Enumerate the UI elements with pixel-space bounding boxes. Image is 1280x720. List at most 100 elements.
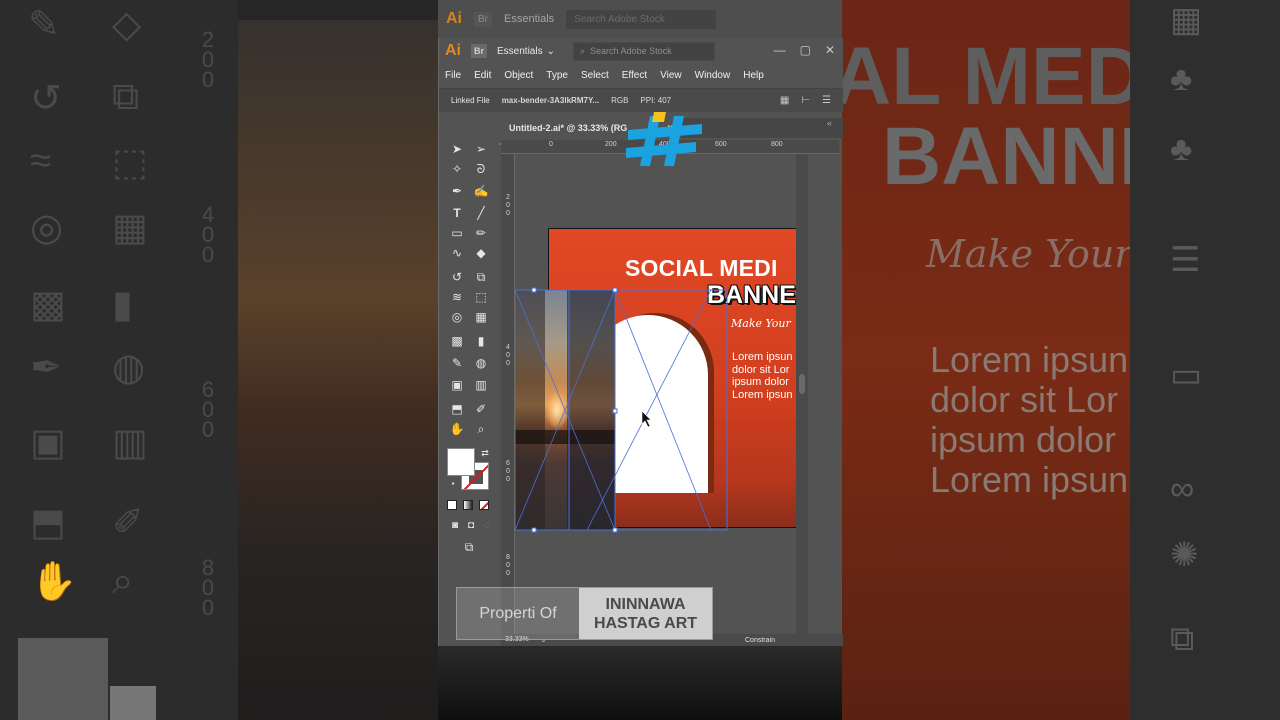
selection-handle[interactable] — [612, 287, 618, 293]
ruler-echo-200: 200 — [201, 27, 215, 92]
pen-tool-icon[interactable]: ✒ — [447, 182, 467, 200]
search-icon: ⌕ — [579, 45, 586, 56]
shape-builder-tool-icon[interactable]: ◎ — [447, 308, 467, 326]
grid-icon: ▦ — [1170, 1, 1203, 39]
column-graph-tool-icon[interactable]: ▥ — [471, 376, 491, 394]
direct-selection-tool-icon[interactable]: ➢ — [471, 140, 491, 158]
menu-effect[interactable]: Effect — [622, 70, 647, 81]
paintbrush-tool-icon[interactable]: ✏ — [471, 224, 491, 242]
screen: ✎ ◇ ↺ ⧉ ≈ ⬚ ◎ ▦ ▩ ▮ ✒ ◍ ▣ ▥ ⬒ ✐ ✋ ⌕ 200 … — [0, 0, 1280, 720]
lasso-tool-icon[interactable]: ᘐ — [471, 160, 491, 178]
document-tab-title: Untitled-2.ai* @ 33.33% (RG — [509, 123, 628, 133]
slice-tool-icon[interactable]: ✐ — [471, 400, 491, 418]
line-tool-icon[interactable]: ╱ — [471, 204, 491, 222]
menu-window[interactable]: Window — [695, 70, 731, 81]
minimize-button[interactable]: — — [774, 43, 786, 57]
menu-type[interactable]: Type — [546, 70, 568, 81]
zoom-icon: ⌕ — [112, 560, 134, 602]
perspective-grid-tool-icon[interactable]: ▦ — [471, 308, 491, 326]
screen-mode-icon[interactable]: ⧉ — [459, 538, 479, 556]
scroll-thumb[interactable] — [799, 374, 805, 394]
linked-file-name[interactable]: max-bender-3A3lkRM7Y... — [502, 96, 599, 105]
background-left: ✎ ◇ ↺ ⧉ ≈ ⬚ ◎ ▦ ▩ ▮ ✒ ◍ ▣ ▥ ⬒ ✐ ✋ ⌕ 200 … — [0, 0, 438, 720]
width-tool-icon[interactable]: ≋ — [447, 288, 467, 306]
status-constrain: Constrain — [745, 636, 775, 644]
type-tool-icon[interactable]: T — [447, 204, 467, 222]
mesh-icon: ▩ — [30, 284, 66, 326]
selection-handle[interactable] — [531, 527, 537, 533]
control-bar: Linked File max-bender-3A3lkRM7Y... RGB … — [439, 88, 843, 112]
rectangle-tool-icon[interactable]: ▭ — [447, 224, 467, 242]
zoom-tool-icon[interactable]: ⌕ — [471, 420, 491, 438]
ruler-corner: ▫ — [499, 141, 502, 148]
shaper-tool-icon[interactable]: ∿ — [447, 244, 467, 262]
free-transform-tool-icon[interactable]: ⬚ — [471, 288, 491, 306]
hand-icon: ✋ — [30, 561, 78, 603]
none-mode-button[interactable] — [479, 500, 489, 510]
hastag-art-logo — [626, 112, 702, 166]
canvas[interactable]: SOCIAL MEDI BANNE Make Your Lorem ipsun … — [515, 154, 796, 634]
selection-handle[interactable] — [612, 527, 618, 533]
bridge-button[interactable]: Br — [471, 44, 488, 58]
align-icon[interactable]: ▦ — [780, 95, 789, 106]
mouse-cursor-icon — [641, 410, 652, 428]
ruler-echo-600: 600 — [201, 377, 215, 442]
curvature-tool-icon[interactable]: ✍ — [471, 182, 491, 200]
eyedropper-tool-icon[interactable]: ✎ — [447, 354, 467, 372]
logo-stroke — [626, 142, 696, 158]
ghost-search: Search Adobe Stock — [566, 9, 717, 29]
control-icons: ▦ ⊢ ☰ — [780, 95, 831, 106]
gradient-tool-icon[interactable]: ▮ — [471, 332, 491, 350]
ghost-titlebar: Ai Br Essentials Search Adobe Stock — [438, 0, 842, 38]
clip-diagonal — [586, 289, 712, 531]
background-panel-echo: ▦ ♣ ♣ ☰ ▭ ∞ ✺ ⧉ — [1130, 0, 1280, 720]
blend-tool-icon[interactable]: ◍ — [471, 354, 491, 372]
close-button[interactable]: ✕ — [825, 43, 835, 57]
collapse-panels-icon[interactable]: « — [827, 118, 836, 128]
transform-icon[interactable]: ⊢ — [801, 95, 810, 106]
swap-fill-stroke-icon[interactable]: ⇄ — [475, 444, 495, 462]
logo-stroke — [640, 116, 660, 166]
perspective-icon: ▦ — [112, 207, 148, 249]
menu-select[interactable]: Select — [581, 70, 609, 81]
gradient-mode-button[interactable] — [463, 500, 473, 510]
maximize-button[interactable]: ▢ — [800, 43, 811, 57]
menu-edit[interactable]: Edit — [474, 70, 491, 81]
linked-file-label[interactable]: Linked File — [451, 96, 490, 105]
menu-object[interactable]: Object — [504, 70, 533, 81]
gear-icon: ✺ — [1170, 536, 1199, 574]
ruler-label: 800 — [771, 141, 783, 148]
shape-builder-icon: ◎ — [30, 207, 64, 249]
vertical-scrollbar[interactable] — [796, 154, 808, 634]
mesh-tool-icon[interactable]: ▩ — [447, 332, 467, 350]
color-mode-button[interactable] — [447, 500, 457, 510]
magic-wand-tool-icon[interactable]: ✧ — [447, 160, 467, 178]
scale-icon: ⧉ — [112, 76, 140, 118]
background-toolbar-echo: ✎ ◇ ↺ ⧉ ≈ ⬚ ◎ ▦ ▩ ▮ ✒ ◍ ▣ ▥ ⬒ ✐ ✋ ⌕ 200 … — [0, 0, 238, 720]
hand-tool-icon[interactable]: ✋ — [447, 420, 467, 438]
fill-swatch[interactable] — [447, 448, 475, 476]
default-colors-icon[interactable]: ▪ — [443, 474, 463, 492]
panel-menu-icon[interactable]: ☰ — [822, 95, 831, 106]
club-icon: ♣ — [1170, 130, 1193, 168]
selection-handle[interactable] — [531, 287, 537, 293]
symbol-sprayer-tool-icon[interactable]: ▣ — [447, 376, 467, 394]
eraser-tool-icon[interactable]: ◆ — [471, 244, 491, 262]
stock-search-input[interactable]: ⌕ Search Adobe Stock — [572, 41, 715, 61]
background-photo-echo — [238, 20, 438, 720]
selection-handle[interactable] — [612, 408, 618, 414]
rotate-tool-icon[interactable]: ↺ — [447, 268, 467, 286]
artboard-tool-icon[interactable]: ⬒ — [447, 400, 467, 418]
menu-file[interactable]: File — [445, 70, 461, 81]
menu-view[interactable]: View — [660, 70, 682, 81]
workspace-switcher[interactable]: Essentials ⌄ — [497, 46, 555, 57]
menu-help[interactable]: Help — [743, 70, 764, 81]
selection-tool-icon[interactable]: ➤ — [447, 140, 467, 158]
logo-stroke — [664, 116, 684, 166]
draw-inside-icon[interactable]: ◌ — [477, 516, 497, 534]
stroke-swatch-echo — [110, 686, 156, 720]
watermark-right: ININNAWA HASTAG ART — [579, 588, 712, 639]
scale-tool-icon[interactable]: ⧉ — [471, 268, 491, 286]
window-controls: — ▢ ✕ — [774, 43, 835, 57]
ghost-bridge-button: Br — [474, 11, 492, 27]
